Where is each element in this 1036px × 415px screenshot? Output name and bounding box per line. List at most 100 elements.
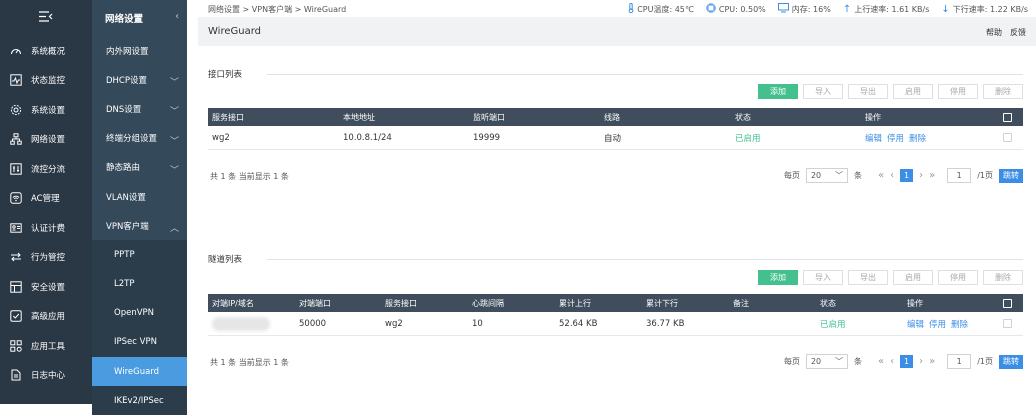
select-all-checkbox[interactable] [1003, 298, 1012, 308]
per-page-label: 每页 [783, 171, 800, 180]
sidebar-item-10[interactable]: 应用工具 [0, 331, 92, 361]
next-page-icon[interactable]: › [919, 356, 923, 367]
download-stat: ↓ 下行速率: 1.22 KB/s [941, 3, 1028, 15]
sidebar-item-5[interactable]: AC管理 [0, 184, 92, 214]
column-header: 累计上行 [559, 298, 591, 308]
export-button[interactable]: 导出 [848, 84, 888, 99]
upload-text: 上行速率: 1.61 KB/s [854, 4, 930, 14]
last-page-icon[interactable]: » [929, 170, 935, 181]
disable-link[interactable]: 停用 [929, 318, 946, 330]
add-button[interactable]: 添加 [758, 270, 798, 285]
column-header: 本地地址 [343, 112, 375, 122]
record-summary: 共 1 条 当前显示 1 条 [210, 358, 289, 367]
download-text: 下行速率: 1.22 KB/s [952, 4, 1028, 14]
help-link[interactable]: 帮助 [986, 27, 1002, 38]
column-header: 操作 [865, 112, 881, 122]
disable-button[interactable]: 停用 [938, 84, 978, 99]
collapse-sidebar-icon[interactable]: ‹ [175, 11, 179, 22]
submenu-item-11[interactable]: WireGuard [92, 357, 187, 387]
secondary-sidebar-title-text: 网络设置 [105, 14, 144, 25]
sidebar-item-label: 流控分流 [31, 164, 66, 175]
current-page-button[interactable]: 1 [900, 169, 914, 182]
prev-page-icon[interactable]: ‹ [890, 356, 894, 367]
row-checkbox[interactable] [1003, 319, 1012, 328]
export-button[interactable]: 导出 [848, 270, 888, 285]
current-page-button[interactable]: 1 [900, 355, 914, 368]
delete-link[interactable]: 删除 [951, 318, 968, 330]
submenu-item-4[interactable]: 静态路由 ﹀ [92, 153, 187, 182]
id-card-icon [9, 221, 22, 234]
sidebar-item-label: 系统设置 [31, 105, 66, 116]
edit-link[interactable]: 编辑 [907, 318, 924, 330]
cell-total-download: 36.77 KB [646, 318, 685, 329]
submenu-item-8[interactable]: L2TP [92, 269, 187, 299]
sidebar-item-1[interactable]: 状态监控 [0, 66, 92, 96]
column-header: 心跳间隔 [472, 298, 504, 308]
interface-section-title: 接口列表 [208, 70, 243, 80]
select-all-checkbox[interactable] [1003, 112, 1012, 122]
feedback-link[interactable]: 反馈 [1010, 27, 1026, 38]
submenu-item-10[interactable]: IPSec VPN [92, 327, 187, 358]
add-button[interactable]: 添加 [758, 84, 798, 99]
sidebar-item-4[interactable]: 流控分流 [0, 154, 92, 184]
submenu-item-label: 静态路由 [106, 163, 141, 174]
total-pages: /1页 [977, 357, 993, 366]
prev-page-icon[interactable]: ‹ [890, 170, 894, 181]
import-button[interactable]: 导入 [803, 84, 843, 99]
row-checkbox[interactable] [1003, 133, 1012, 142]
page-input[interactable]: 1 [947, 168, 972, 183]
sidebar-item-0[interactable]: 系统概况 [0, 36, 92, 66]
shield-icon [9, 280, 22, 293]
import-button[interactable]: 导入 [803, 270, 843, 285]
submenu-item-0[interactable]: 内外网设置 [92, 36, 187, 65]
table-row: wg2 10.0.8.1/24 19999 自动 已启用 编辑 停用 删除 [208, 126, 1023, 150]
submenu-item-1[interactable]: DHCP设置 ﹀ [92, 65, 187, 94]
sidebar-item-9[interactable]: 高级应用 [0, 302, 92, 332]
submenu-item-3[interactable]: 终端分组设置 ﹀ [92, 124, 187, 153]
sidebar-item-8[interactable]: 安全设置 [0, 272, 92, 302]
next-page-icon[interactable]: › [919, 170, 923, 181]
status-bar: 网络设置 > VPN客户端 > WireGuard CPU温度: 45℃ CPU… [198, 0, 1036, 17]
sidebar-item-7[interactable]: 行为管控 [0, 243, 92, 273]
tunnel-section: 隧道列表 添加 导入 导出 启用 停用 删除 对端IP/域名 对端端口 服务接口… [208, 253, 1023, 369]
column-header: 监听端口 [473, 112, 505, 122]
cell-interface: wg2 [212, 132, 230, 143]
page-input[interactable]: 1 [947, 354, 972, 369]
submenu-item-5[interactable]: VLAN设置 [92, 182, 187, 211]
delete-link[interactable]: 删除 [909, 132, 926, 144]
delete-button[interactable]: 删除 [983, 84, 1023, 99]
submenu-item-2[interactable]: DNS设置 ﹀ [92, 94, 187, 123]
arrows-icon [9, 251, 22, 264]
disable-link[interactable]: 停用 [887, 132, 904, 144]
submenu-item-7[interactable]: PPTP [92, 240, 187, 270]
submenu-item-9[interactable]: OpenVPN [92, 298, 187, 328]
chevron-up-icon: ︿ [169, 224, 179, 235]
sidebar-item-6[interactable]: 认证计费 [0, 213, 92, 243]
sidebar-item-3[interactable]: 网络设置 [0, 125, 92, 155]
collapse-menu-icon [39, 11, 53, 25]
first-page-icon[interactable]: « [878, 356, 884, 367]
cell-heartbeat: 10 [472, 318, 483, 329]
go-button[interactable]: 跳转 [999, 168, 1023, 183]
chevron-down-icon: ﹀ [834, 171, 843, 180]
submenu-item-12[interactable]: IKEv2/IPSec [92, 386, 187, 415]
go-button[interactable]: 跳转 [999, 354, 1023, 369]
disable-button[interactable]: 停用 [938, 270, 978, 285]
column-header: 状态 [735, 112, 751, 122]
sidebar-item-11[interactable]: 日志中心 [0, 361, 92, 391]
first-page-icon[interactable]: « [878, 170, 884, 181]
secondary-sidebar: 网络设置 ‹ 内外网设置 DHCP设置 ﹀ DNS设置 ﹀ 终端分组设置 ﹀ 静态路由 ﹀ VLA… [92, 0, 187, 415]
collapse-menu-button[interactable] [0, 0, 92, 36]
enable-button[interactable]: 启用 [893, 270, 933, 285]
submenu-item-6[interactable]: VPN客户端 ︿ [92, 211, 187, 240]
sidebar-item-2[interactable]: 系统设置 [0, 95, 92, 125]
delete-button[interactable]: 删除 [983, 270, 1023, 285]
memory-stat: 内存: 16% [777, 3, 831, 15]
edit-link[interactable]: 编辑 [865, 132, 882, 144]
enable-button[interactable]: 启用 [893, 84, 933, 99]
sidebar-item-label: 网络设置 [31, 135, 66, 146]
page-size-select[interactable]: 20 ﹀ [805, 354, 848, 369]
last-page-icon[interactable]: » [929, 356, 935, 367]
page-size-select[interactable]: 20 ﹀ [805, 168, 848, 183]
interface-toolbar: 添加 导入 导出 启用 停用 删除 [758, 84, 1023, 99]
